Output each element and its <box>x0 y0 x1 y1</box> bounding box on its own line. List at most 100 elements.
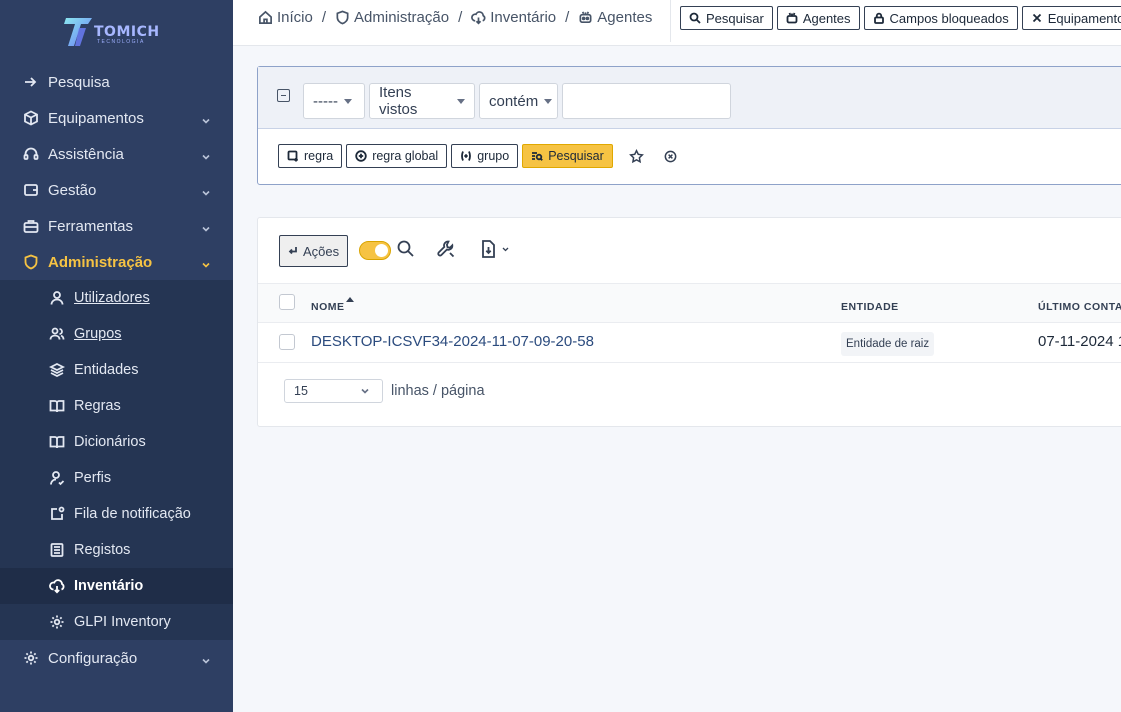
actions-button[interactable]: Ações <box>279 235 349 267</box>
sidebar-item-label: Entidades <box>74 362 139 378</box>
sidebar-item-inventario[interactable]: Inventário <box>0 568 233 604</box>
sidebar-item-pesquisa[interactable]: Pesquisa <box>0 64 233 100</box>
sidebar-item-perfis[interactable]: Perfis <box>0 460 233 496</box>
chevron-down-icon <box>201 221 211 232</box>
button-label: Agentes <box>802 10 851 26</box>
breadcrumb-administracao[interactable]: Administração <box>335 9 449 26</box>
add-group-button[interactable]: grupo <box>451 144 519 168</box>
users-icon <box>48 325 66 343</box>
sidebar-item-configuracao[interactable]: Configuração <box>0 640 233 676</box>
breadcrumb-inicio[interactable]: Início <box>258 9 313 26</box>
top-actions: Pesquisar Agentes Campos bloqueados Equi… <box>680 6 1121 30</box>
chevron-down-icon <box>201 653 211 664</box>
search-icon[interactable] <box>396 239 418 261</box>
sidebar-item-label: Fila de notificação <box>74 506 191 522</box>
page-size-select[interactable]: 15 <box>284 379 383 403</box>
sidebar-item-label: Equipamentos <box>48 109 144 127</box>
sidebar-item-label: Registos <box>74 542 131 558</box>
page-size-label: linhas / página <box>391 383 485 399</box>
add-rule-button[interactable]: regra <box>278 144 343 168</box>
sidebar-item-entidades[interactable]: Entidades <box>0 352 233 388</box>
chevron-down-icon <box>360 385 370 395</box>
sidebar-item-administracao[interactable]: Administração <box>0 244 233 280</box>
sidebar-item-ferramentas[interactable]: Ferramentas <box>0 208 233 244</box>
robot-icon <box>786 12 798 24</box>
sidebar-item-equipamentos[interactable]: Equipamentos <box>0 100 233 136</box>
top-search-button[interactable]: Pesquisar <box>680 6 773 30</box>
breadcrumb-agentes[interactable]: Agentes <box>578 9 652 26</box>
breadcrumb-label: Agentes <box>597 9 653 26</box>
sidebar-item-dicionarios[interactable]: Dicionários <box>0 424 233 460</box>
sidebar-item-glpi-inventory[interactable]: GLPI Inventory <box>0 604 233 640</box>
sidebar-item-gestao[interactable]: Gestão <box>0 172 233 208</box>
top-agents-button[interactable]: Agentes <box>776 6 860 30</box>
arrow-right-icon <box>22 73 40 91</box>
collapse-icon[interactable] <box>277 89 290 102</box>
top-equipment-button[interactable]: Equipamentos <box>1021 6 1121 30</box>
brand-logo[interactable]: TOMICH TECNOLOGIA <box>64 14 164 48</box>
brand-tagline: TECNOLOGIA <box>97 39 145 45</box>
book-icon <box>48 397 66 415</box>
row-checkbox[interactable] <box>279 334 295 350</box>
sidebar-item-registos[interactable]: Registos <box>0 532 233 568</box>
select-all-checkbox[interactable] <box>279 294 295 310</box>
search-toggle[interactable] <box>359 241 391 260</box>
box-icon <box>22 109 40 127</box>
sidebar-item-regras[interactable]: Regras <box>0 388 233 424</box>
sidebar-item-utilizadores[interactable]: Utilizadores <box>0 280 233 316</box>
sidebar-item-fila-notificacao[interactable]: Fila de notificação <box>0 496 233 532</box>
book-icon <box>48 433 66 451</box>
sidebar-item-label: Perfis <box>74 470 112 486</box>
sidebar-item-grupos[interactable]: Grupos <box>0 316 233 352</box>
headset-icon <box>22 145 40 163</box>
add-global-rule-button[interactable]: regra global <box>346 144 448 168</box>
top-locked-fields-button[interactable]: Campos bloqueados <box>863 6 1018 30</box>
column-header-ultimo-contacto[interactable]: ÚLTIMO CONTACTO <box>1038 301 1121 313</box>
criteria-value-input[interactable] <box>562 83 731 119</box>
caret-down-icon <box>457 98 465 104</box>
divider <box>670 0 671 42</box>
column-header-entidade[interactable]: ENTIDADE <box>841 301 899 313</box>
sidebar-item-label: Grupos <box>74 326 122 342</box>
sort-asc-icon <box>346 297 354 302</box>
list-doc-icon <box>48 541 66 559</box>
sidebar-item-label: Dicionários <box>74 434 146 450</box>
chevron-down-icon <box>201 149 211 160</box>
caret-down-icon <box>343 98 352 104</box>
button-label: Equipamentos <box>1047 10 1121 26</box>
arrow-return-icon <box>288 247 297 255</box>
sidebar-item-label: Utilizadores <box>74 290 150 306</box>
breadcrumb: Início / Administração / Inventário / Ag… <box>258 9 652 26</box>
lock-icon <box>873 12 884 24</box>
brackets-plus-icon <box>461 151 472 161</box>
star-icon[interactable] <box>629 148 645 164</box>
sidebar-item-label: Administração <box>48 253 153 271</box>
button-label: Pesquisar <box>706 10 764 26</box>
export-icon[interactable] <box>480 239 514 261</box>
user-icon <box>48 289 66 307</box>
chevron-down-icon <box>201 185 211 196</box>
top-bar: Início / Administração / Inventário / Ag… <box>233 0 1121 46</box>
wrench-icon[interactable] <box>436 239 458 261</box>
select-value: contém <box>489 92 539 110</box>
breadcrumb-inventario[interactable]: Inventário <box>471 9 556 26</box>
criteria-item-select[interactable]: Itens vistos <box>369 83 475 119</box>
sidebar-item-assistencia[interactable]: Assistência <box>0 136 233 172</box>
column-header-nome[interactable]: NOME <box>311 301 345 313</box>
briefcase-icon <box>22 217 40 235</box>
criteria-field-select[interactable]: ----- <box>303 83 365 119</box>
select-value: Itens vistos <box>379 84 418 118</box>
caret-down-icon <box>544 98 553 104</box>
reset-circle-icon[interactable] <box>663 148 679 164</box>
criteria-operator-select[interactable]: contém <box>479 83 558 119</box>
sidebar-item-label: Pesquisa <box>48 73 110 91</box>
circle-plus-icon <box>355 150 367 162</box>
breadcrumb-separator: / <box>458 9 463 26</box>
shield-icon <box>336 10 349 25</box>
agent-name-link[interactable]: DESKTOP-ICSVF34-2024-11-07-09-20-58 <box>311 333 594 350</box>
search-submit-button[interactable]: Pesquisar <box>522 144 613 168</box>
square-plus-icon <box>287 150 298 162</box>
select-value: ----- <box>313 92 338 110</box>
results-panel: Ações NOME ENTIDADE ÚLTIMO CONTACTO DESK… <box>257 217 1121 427</box>
breadcrumb-label: Inventário <box>490 9 557 26</box>
